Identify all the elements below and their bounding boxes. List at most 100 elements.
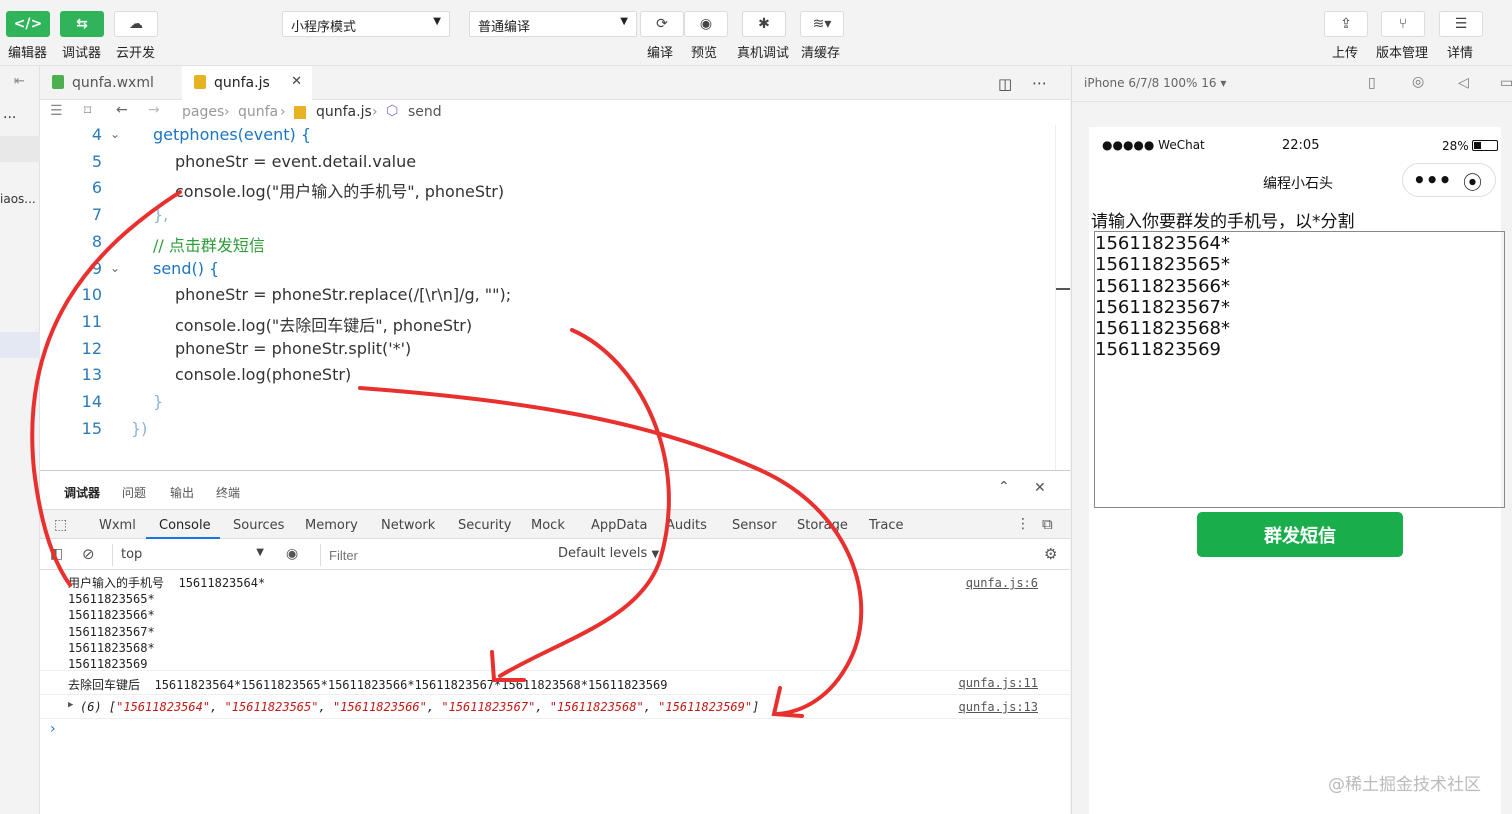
branch-icon[interactable]: ⑂ bbox=[1381, 11, 1425, 37]
tab-output[interactable]: 输出 bbox=[170, 484, 194, 501]
close-miniapp-icon[interactable]: ⦿ bbox=[1463, 168, 1482, 195]
line-number: 10 bbox=[81, 285, 102, 305]
gear-icon[interactable]: ⚙ bbox=[1044, 545, 1057, 563]
line-number: 8 bbox=[91, 231, 102, 251]
scroll-marker bbox=[1056, 288, 1070, 290]
code-line[interactable]: console.log("用户输入的手机号", phoneStr) bbox=[175, 178, 504, 202]
fold-chevron-icon[interactable]: ⌄ bbox=[110, 261, 120, 275]
upload-icon[interactable]: ⇪ bbox=[1324, 11, 1368, 37]
breadcrumb-item[interactable]: send bbox=[408, 104, 442, 120]
context-select[interactable]: top ▼ bbox=[112, 544, 268, 566]
split-editor-icon[interactable]: ◫ bbox=[998, 75, 1012, 93]
scrollbar-track[interactable] bbox=[1055, 125, 1056, 470]
code-line[interactable]: } bbox=[153, 392, 163, 411]
code-icon[interactable]: </> bbox=[6, 11, 50, 37]
remote-debug-label: 真机调试 bbox=[737, 46, 790, 61]
menu-icon[interactable]: ☰ bbox=[1439, 11, 1483, 37]
eye-icon[interactable]: ◉ bbox=[684, 11, 728, 37]
volume-icon[interactable]: ◁ bbox=[1458, 75, 1469, 91]
mode-select[interactable]: 小程序模式 ▼ bbox=[282, 11, 450, 37]
close-icon[interactable]: ✕ bbox=[291, 74, 302, 89]
code-line[interactable]: phoneStr = phoneStr.replace(/[\r\n]/g, "… bbox=[175, 285, 511, 304]
compile-select[interactable]: 普通编译 ▼ bbox=[469, 11, 637, 37]
inspect-icon[interactable]: ⬚ bbox=[54, 517, 67, 533]
tab-wxml[interactable]: Wxml bbox=[99, 518, 136, 533]
code-line[interactable]: console.log(phoneStr) bbox=[175, 365, 351, 384]
record-icon[interactable]: ◎ bbox=[1412, 74, 1424, 90]
breadcrumb-item[interactable]: pages bbox=[182, 104, 224, 120]
file-row-selected[interactable] bbox=[0, 332, 40, 358]
breadcrumb-item[interactable]: qunfa.js bbox=[316, 104, 372, 120]
code-line[interactable]: getphones(event) { bbox=[153, 125, 311, 144]
layers-icon[interactable]: ≋▾ bbox=[800, 11, 844, 37]
bug-icon[interactable]: ✱ bbox=[742, 11, 786, 37]
kebab-menu-icon[interactable]: ⋮ bbox=[1016, 516, 1030, 532]
tab-appdata[interactable]: AppData bbox=[591, 518, 647, 533]
clear-console-icon[interactable]: ⊘ bbox=[82, 545, 95, 563]
tab-security[interactable]: Security bbox=[458, 518, 511, 533]
window-icon[interactable]: ▭ bbox=[1500, 75, 1512, 91]
tab-trace[interactable]: Trace bbox=[869, 518, 904, 533]
source-link[interactable]: qunfa.js:11 bbox=[959, 676, 1038, 690]
editor-tabs: qunfa.wxml qunfa.js ✕ ◫ ⋯ bbox=[40, 66, 1070, 100]
code-line[interactable]: phoneStr = event.detail.value bbox=[175, 152, 416, 171]
phone-icon[interactable]: ▯ bbox=[1368, 75, 1376, 91]
more-actions-icon[interactable]: ⋯ bbox=[1032, 74, 1047, 92]
carrier-text: ●●●●● WeChat bbox=[1102, 138, 1205, 152]
tab-qunfa-js[interactable]: qunfa.js ✕ bbox=[182, 66, 312, 100]
back-arrow-icon[interactable]: ← bbox=[116, 102, 128, 118]
tab-qunfa-wxml[interactable]: qunfa.wxml bbox=[40, 66, 182, 100]
code-line[interactable]: }) bbox=[131, 419, 147, 438]
forward-arrow-icon[interactable]: → bbox=[148, 102, 160, 118]
console-prompt[interactable]: › bbox=[50, 721, 56, 737]
refresh-icon[interactable]: ⟳ bbox=[640, 11, 684, 37]
debug-icon[interactable]: ⇆ bbox=[60, 11, 104, 37]
undock-icon[interactable]: ⧉ bbox=[1042, 515, 1053, 533]
phone-numbers-textarea[interactable]: 15611823564* 15611823565* 15611823566* 1… bbox=[1094, 231, 1505, 508]
file-row[interactable] bbox=[0, 136, 40, 162]
capsule-menu[interactable]: ••• ⦿ bbox=[1402, 163, 1496, 197]
list-icon[interactable]: ☰ bbox=[50, 103, 63, 119]
device-select[interactable]: iPhone 6/7/8 100% 16 ▾ bbox=[1084, 76, 1226, 90]
send-sms-button[interactable]: 群发短信 bbox=[1197, 512, 1403, 557]
tab-network[interactable]: Network bbox=[381, 518, 435, 533]
tab-label: qunfa.js bbox=[214, 75, 270, 91]
tab-storage[interactable]: Storage bbox=[797, 518, 848, 533]
compile-select-value: 普通编译 bbox=[478, 20, 531, 35]
tab-problems[interactable]: 问题 bbox=[122, 484, 146, 501]
code-line[interactable]: // 点击群发短信 bbox=[153, 232, 265, 256]
array-preview[interactable]: (6) ["15611823564", "15611823565", "1561… bbox=[80, 700, 759, 714]
console-filter-input[interactable] bbox=[320, 544, 548, 566]
code-line[interactable]: phoneStr = phoneStr.split('*') bbox=[175, 339, 411, 358]
tab-memory[interactable]: Memory bbox=[305, 518, 358, 533]
close-icon[interactable]: ✕ bbox=[1034, 480, 1046, 496]
eye-icon[interactable]: ◉ bbox=[286, 546, 298, 562]
collapse-sidebar-icon[interactable]: ⇤ bbox=[14, 74, 25, 89]
line-number: 13 bbox=[81, 365, 102, 385]
fold-chevron-icon[interactable]: ⌄ bbox=[110, 127, 120, 141]
chevron-up-icon[interactable]: ⌃ bbox=[998, 479, 1010, 495]
more-icon[interactable]: ... bbox=[3, 106, 16, 122]
watermark: @稀土掘金技术社区 bbox=[1328, 775, 1481, 795]
log-levels-select[interactable]: Default levels ▼ bbox=[558, 546, 659, 561]
expand-triangle-icon[interactable]: ▶ bbox=[68, 700, 73, 710]
source-link[interactable]: qunfa.js:6 bbox=[966, 576, 1038, 590]
code-line[interactable]: }, bbox=[153, 205, 168, 224]
tab-console[interactable]: Console bbox=[159, 518, 211, 533]
code-line[interactable]: send() { bbox=[153, 259, 219, 278]
chevron-right-icon: › bbox=[280, 104, 286, 120]
more-dots-icon[interactable]: ••• bbox=[1413, 168, 1451, 192]
tab-terminal[interactable]: 终端 bbox=[216, 484, 240, 501]
code-line[interactable]: console.log("去除回车键后", phoneStr) bbox=[175, 312, 472, 336]
tab-mock[interactable]: Mock bbox=[531, 518, 565, 533]
file-label[interactable]: iaos... bbox=[0, 192, 36, 206]
tab-debugger[interactable]: 调试器 bbox=[64, 484, 100, 501]
cloud-icon[interactable]: ☁ bbox=[114, 11, 158, 37]
sidebar-toggle-icon[interactable]: ◧ bbox=[50, 546, 63, 562]
source-link[interactable]: qunfa.js:13 bbox=[959, 700, 1038, 714]
bookmark-icon[interactable]: ⌑ bbox=[84, 103, 91, 119]
tab-sources[interactable]: Sources bbox=[233, 518, 284, 533]
tab-audits[interactable]: Audits bbox=[666, 518, 707, 533]
breadcrumb-item[interactable]: qunfa bbox=[238, 104, 278, 120]
tab-sensor[interactable]: Sensor bbox=[732, 518, 777, 533]
